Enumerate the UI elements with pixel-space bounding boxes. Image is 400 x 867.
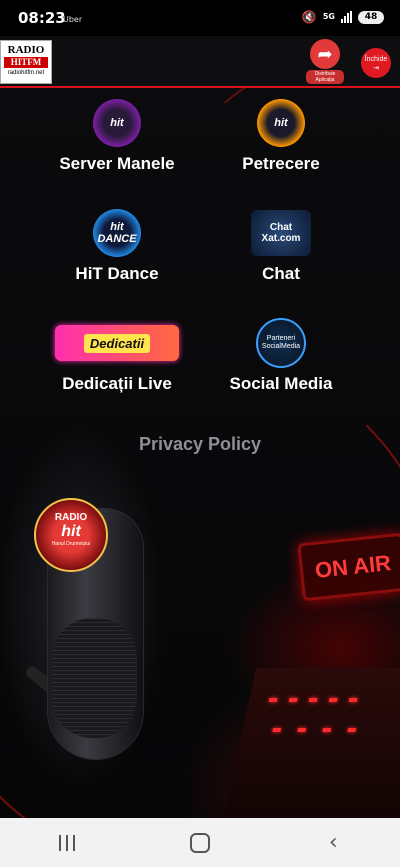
network-5g-icon: 5G [322,12,335,21]
microphone-graphic: RADIO hit Hanul Drumetului [22,468,162,768]
dedicatii-live-icon: Dedicatii [55,325,179,361]
back-icon: ‹ [328,830,338,855]
share-app-button[interactable]: ➦ Distribuie Aplicația [306,39,344,84]
tile-server-manele[interactable]: hit Server Manele [37,98,197,174]
chat-icon: Chat Xat.com [251,210,311,256]
petrecere-icon: hit [257,99,305,147]
status-time: 08:23 [18,9,66,27]
tile-social-media[interactable]: Parteneri SocialMedia Social Media [201,318,361,394]
home-button[interactable] [170,823,230,863]
mute-icon: 🔇 [301,10,317,24]
status-carrier: Uber [63,15,83,24]
tile-label: Social Media [229,374,333,393]
social-media-icon: Parteneri SocialMedia [256,318,306,368]
status-bar: 08:23 Uber 🔇 5G 48 [0,0,400,36]
tile-dedicatii-live[interactable]: Dedicatii Dedicații Live [37,318,197,394]
hit-dance-icon: hit DANCE [93,209,141,257]
on-air-sign: ON AIR [297,532,400,602]
status-icons: 🔇 5G 48 [302,10,384,24]
tile-petrecere[interactable]: hit Petrecere [201,98,361,174]
privacy-policy-link[interactable]: Privacy Policy [0,434,400,455]
radio-hit-badge: RADIO hit Hanul Drumetului [34,498,108,572]
home-icon [189,832,210,853]
exit-icon: ⇥ [373,65,379,72]
signal-icon [341,11,352,23]
recent-apps-button[interactable] [37,823,97,863]
recent-apps-icon [58,834,75,851]
tile-hit-dance[interactable]: hit DANCE HiT Dance [37,208,197,284]
tile-label: Server Manele [59,154,175,173]
close-app-button[interactable]: Închide ⇥ [361,48,391,78]
app-header: RADIO HITFM radiohitfm.net ➦ Distribuie … [0,36,400,88]
tile-chat[interactable]: Chat Xat.com Chat [201,208,361,284]
tile-label: Petrecere [242,154,320,173]
tile-label: Dedicații Live [62,374,172,393]
system-nav-bar: ‹ [0,818,400,867]
share-icon: ➦ [310,39,340,69]
battery-icon: 48 [358,10,384,24]
share-label: Distribuie Aplicația [306,70,344,84]
mixer-graphic [224,668,400,818]
back-button[interactable]: ‹ [303,823,363,863]
radio-hitfm-logo: RADIO HITFM radiohitfm.net [0,40,52,84]
tile-label: Chat [262,264,300,283]
tile-label: HiT Dance [75,264,159,283]
close-label: Închide [364,56,388,63]
main-background: RADIO hit Hanul Drumetului ON AIR hit Se… [0,88,400,818]
server-manele-icon: hit [93,99,141,147]
